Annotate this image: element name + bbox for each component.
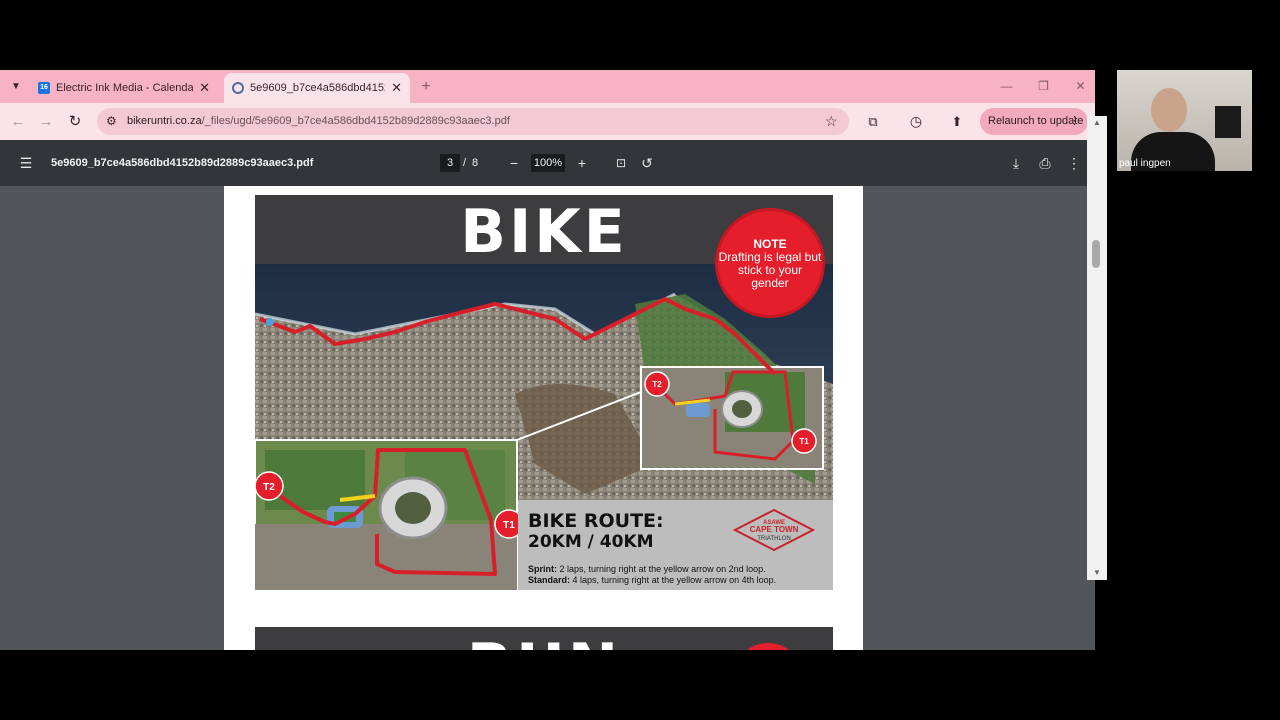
close-icon[interactable]: ✕ — [391, 80, 402, 96]
scroll-up-icon[interactable]: ▲ — [1093, 118, 1101, 127]
scroll-down-icon[interactable]: ▼ — [1093, 568, 1101, 577]
toolbar: ← → ↻ ⚙ bikeruntri.co.za/_files/ugd/5e96… — [0, 103, 1095, 140]
url-path: /_files/ugd/5e9609_b7ce4a586dbd4152b89d2… — [201, 115, 510, 127]
wall-poster — [1215, 106, 1241, 138]
t1b-label: T1 — [799, 437, 809, 446]
forward-button[interactable]: → — [32, 103, 60, 140]
rotate-icon[interactable]: ↺ — [635, 140, 659, 186]
sprint-label: Sprint: — [528, 564, 557, 574]
globe-icon — [232, 82, 244, 94]
pin-icon[interactable]: ⬆ — [943, 103, 971, 140]
t2-marker: T2 — [255, 471, 284, 501]
tab-title: 5e9609_b7ce4a586dbd4152b89 — [250, 82, 385, 94]
back-button[interactable]: ← — [4, 103, 32, 140]
page-total: 8 — [472, 157, 479, 169]
maximize-button[interactable]: ❐ — [1025, 70, 1062, 103]
tab-strip: ▼ 16 Electric Ink Media - Calendar - ✕ 5… — [0, 70, 1095, 103]
t1-label: T1 — [503, 520, 515, 531]
participant-name: paul ingpen — [1119, 158, 1171, 169]
note-badge: NOTE Drafting is legal but stick to your… — [718, 211, 822, 315]
logo-line-2: CAPE TOWN — [750, 525, 799, 534]
pdf-scrollbar[interactable]: ▲ ▼ — [1087, 116, 1107, 580]
history-icon[interactable]: ◷ — [902, 103, 930, 140]
standard-text: 4 laps, turning right at the yellow arro… — [572, 575, 777, 585]
person-head — [1151, 88, 1187, 132]
cape-town-triathlon-logo: ASAWE CAPE TOWN TRIATHLON — [733, 508, 815, 552]
pdf-filename: 5e9609_b7ce4a586dbd4152b89d2889c93aaec3.… — [51, 157, 314, 169]
download-icon[interactable]: ⤓ — [1004, 140, 1028, 186]
tab-title: Electric Ink Media - Calendar - — [56, 82, 194, 94]
more-menu-icon[interactable]: ⋮ — [1069, 108, 1080, 135]
tab-pdf[interactable]: 5e9609_b7ce4a586dbd4152b89 ✕ — [224, 73, 410, 103]
bike-panel: T2 T1 T2 T1 BIKE NOTE Drafting is legal … — [255, 195, 833, 590]
note-heading: NOTE — [753, 237, 787, 251]
url-text: bikeruntri.co.za/_files/ugd/5e9609_b7ce4… — [127, 108, 510, 135]
pdf-viewport[interactable]: T2 T1 T2 T1 BIKE NOTE Drafting is legal … — [0, 186, 1095, 650]
fit-page-icon[interactable]: ⊡ — [609, 140, 633, 186]
logo-line-3: TRIATHLON — [757, 536, 791, 542]
print-icon[interactable]: ⎙ — [1033, 140, 1057, 186]
browser-window: ▼ 16 Electric Ink Media - Calendar - ✕ 5… — [0, 70, 1095, 650]
extensions-icon[interactable]: ⧉ — [859, 103, 887, 140]
t1b-marker: T1 — [791, 428, 817, 454]
t2-label: T2 — [263, 482, 275, 493]
url-domain: bikeruntri.co.za — [127, 115, 202, 127]
note-text: Drafting is legal but stick to your gend… — [718, 250, 822, 290]
zoom-input[interactable]: 100% — [531, 154, 565, 172]
tab-calendar[interactable]: 16 Electric Ink Media - Calendar - ✕ — [30, 73, 218, 103]
webcam-tile: paul ingpen — [1117, 70, 1252, 171]
run-panel: RUN — [255, 627, 833, 650]
scroll-thumb[interactable] — [1092, 240, 1100, 268]
page-number-input[interactable]: 3 — [440, 154, 460, 172]
t2b-label: T2 — [652, 380, 662, 389]
t2b-marker: T2 — [644, 371, 670, 397]
route-info-box: BIKE ROUTE: 20KM / 40KM Sprint: 2 laps, … — [518, 500, 833, 590]
run-title: RUN — [255, 631, 833, 650]
route-title: BIKE ROUTE: — [528, 510, 664, 532]
standard-label: Standard: — [528, 575, 571, 585]
pdf-toolbar: ☰ 5e9609_b7ce4a586dbd4152b89d2889c93aaec… — [0, 140, 1095, 186]
zoom-out-button[interactable]: − — [502, 140, 526, 186]
sprint-note: Sprint: 2 laps, turning right at the yel… — [528, 564, 766, 574]
new-tab-button[interactable]: + — [416, 70, 436, 103]
pdf-page: T2 T1 T2 T1 BIKE NOTE Drafting is legal … — [224, 186, 863, 650]
close-icon[interactable]: ✕ — [199, 80, 210, 96]
page-separator: / — [463, 157, 467, 169]
close-window-button[interactable]: ✕ — [1062, 70, 1095, 103]
address-bar[interactable]: ⚙ bikeruntri.co.za/_files/ugd/5e9609_b7c… — [97, 108, 849, 135]
calendar-icon: 16 — [38, 82, 50, 94]
zoom-in-button[interactable]: + — [570, 140, 594, 186]
tab-search-button[interactable]: ▼ — [6, 70, 26, 103]
more-options-icon[interactable]: ⋮ — [1062, 140, 1086, 186]
relaunch-button[interactable]: Relaunch to update ⋮ — [980, 108, 1088, 135]
site-info-icon[interactable]: ⚙ — [106, 108, 117, 135]
bookmark-star-icon[interactable]: ☆ — [825, 108, 838, 135]
route-distances: 20KM / 40KM — [528, 532, 654, 552]
sprint-text: 2 laps, turning right at the yellow arro… — [559, 564, 766, 574]
minimize-button[interactable]: — — [988, 70, 1025, 103]
menu-icon[interactable]: ☰ — [14, 140, 38, 186]
standard-note: Standard: 4 laps, turning right at the y… — [528, 575, 776, 585]
reload-button[interactable]: ↻ — [61, 103, 89, 140]
